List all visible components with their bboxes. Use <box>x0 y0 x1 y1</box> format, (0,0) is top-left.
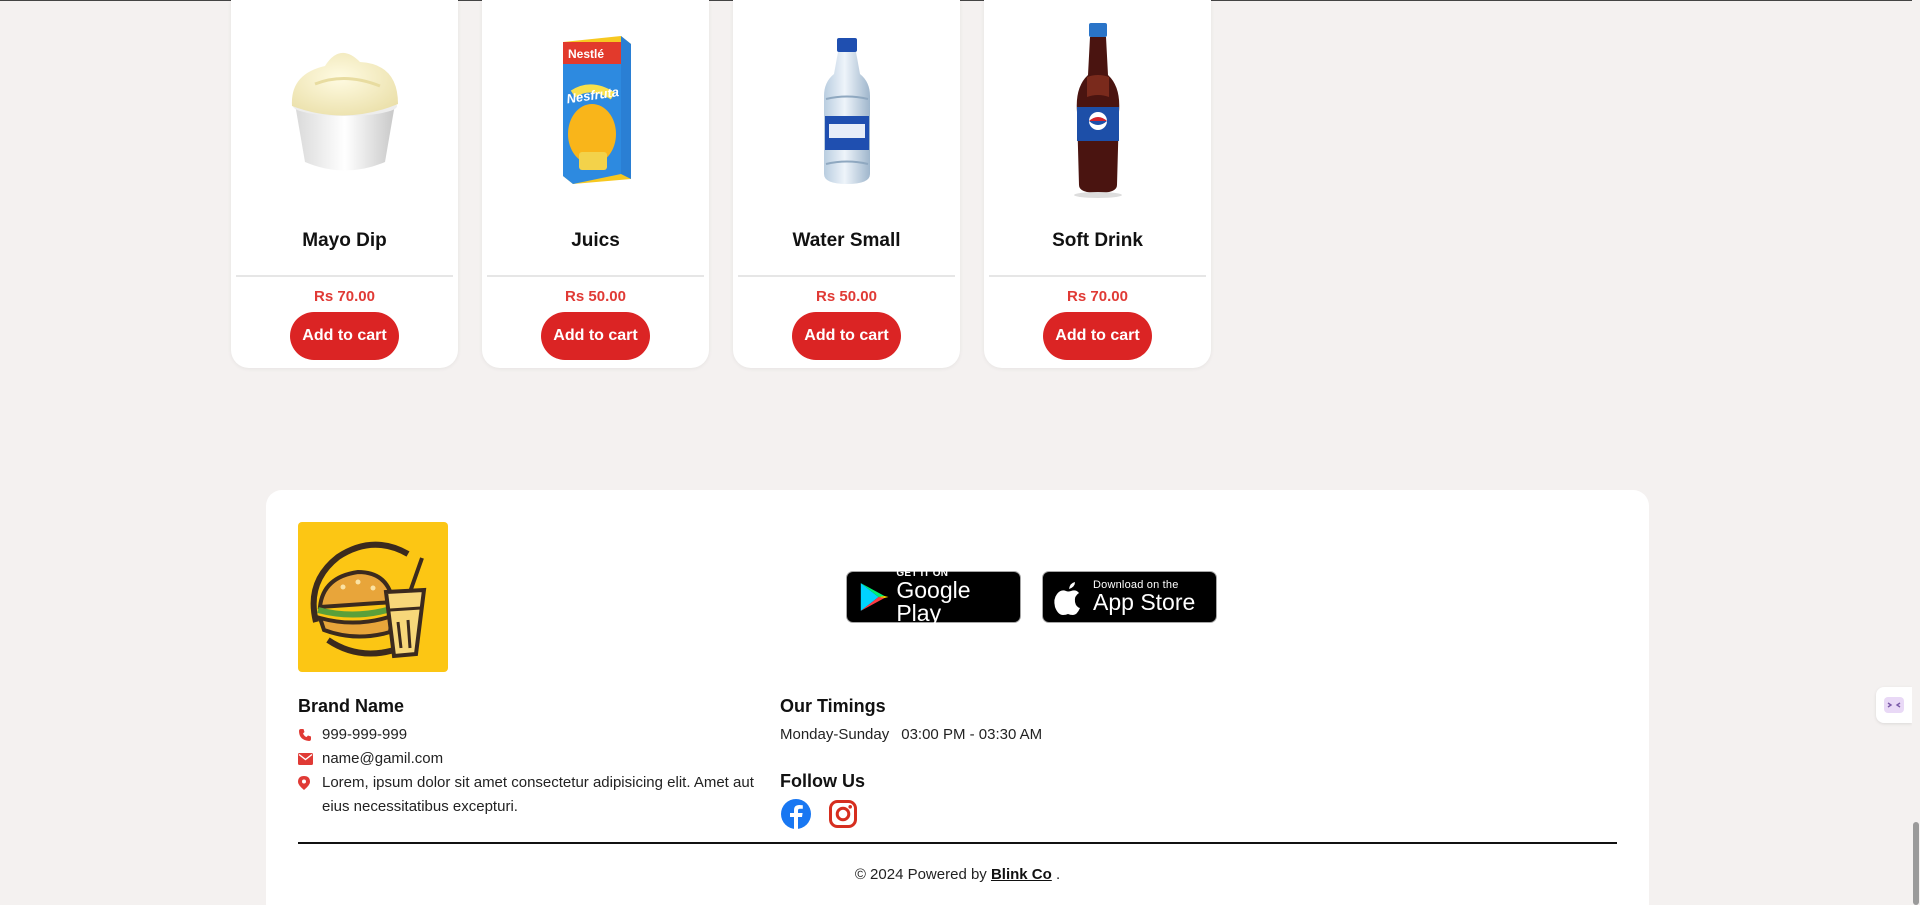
google-play-icon <box>860 583 889 611</box>
product-card-mayo-dip: Mayo Dip Rs 70.00 Add to cart <box>231 0 458 368</box>
apple-icon <box>1054 582 1080 615</box>
copyright: © 2024 Powered by Blink Co . <box>266 866 1649 883</box>
copyright-prefix: © 2024 Powered by <box>854 866 987 883</box>
timings-hours: 03:00 PM - 03:30 AM <box>901 726 1043 743</box>
card-divider <box>738 275 955 277</box>
product-price: Rs 70.00 <box>1067 288 1128 305</box>
copyright-suffix: . <box>1055 866 1061 883</box>
mayo-dip-image <box>231 14 458 204</box>
add-to-cart-button[interactable]: Add to cart <box>541 312 650 360</box>
product-price: Rs 50.00 <box>816 288 877 305</box>
facebook-icon[interactable] <box>780 798 812 830</box>
card-divider <box>989 275 1206 277</box>
product-name: Juics <box>571 230 620 251</box>
add-to-cart-button[interactable]: Add to cart <box>792 312 901 360</box>
google-play-label: Google Play <box>896 577 971 626</box>
nestle-wordmark: Nestlé <box>568 47 604 61</box>
card-divider <box>236 275 453 277</box>
google-play-badge[interactable]: GET IT ON Google Play <box>846 569 1021 626</box>
footer-divider <box>298 842 1617 844</box>
instagram-icon[interactable] <box>827 798 859 830</box>
email-address[interactable]: name@gamil.com <box>322 747 443 771</box>
envelope-icon <box>298 747 322 771</box>
brand-name: Brand Name <box>298 696 405 716</box>
scrollbar-thumb[interactable] <box>1913 822 1919 905</box>
email-row: name@gamil.com <box>298 747 763 771</box>
address-row: Lorem, ipsum dolor sit amet consectetur … <box>298 771 763 819</box>
phone-icon <box>298 723 322 747</box>
location-pin-icon <box>298 771 322 795</box>
timings-days: Monday-Sunday <box>780 726 890 743</box>
chat-widget-icon[interactable] <box>1876 687 1912 723</box>
blink-co-link[interactable]: Blink Co <box>991 866 1052 883</box>
phone-row: 999-999-999 <box>298 723 763 747</box>
card-divider <box>487 275 704 277</box>
product-card-soft-drink: Soft Drink Rs 70.00 Add to cart <box>984 0 1211 368</box>
address-text: Lorem, ipsum dolor sit amet consectetur … <box>322 774 754 815</box>
product-name: Mayo Dip <box>302 230 387 251</box>
app-store-label: App Store <box>1093 589 1196 615</box>
brand-logo[interactable] <box>298 522 448 672</box>
soft-drink-image <box>984 14 1211 204</box>
page-scrollbar[interactable] <box>1912 0 1920 905</box>
add-to-cart-button[interactable]: Add to cart <box>1043 312 1152 360</box>
timings-column: Our Timings Monday-Sunday 03:00 PM - 03:3… <box>780 696 1042 830</box>
app-store-badge[interactable]: Download on the App Store <box>1042 571 1217 623</box>
product-price: Rs 70.00 <box>314 288 375 305</box>
juice-box-image: Nestlé Nesfruta <box>482 14 709 204</box>
social-links <box>780 798 1042 830</box>
product-card-water-small: Water Small Rs 50.00 Add to cart <box>733 0 960 368</box>
product-name: Water Small <box>792 230 901 251</box>
product-price: Rs 50.00 <box>565 288 626 305</box>
add-to-cart-button[interactable]: Add to cart <box>290 312 399 360</box>
timings-row: Monday-Sunday 03:00 PM - 03:30 AM <box>780 723 1042 747</box>
product-grid: Mayo Dip Rs 70.00 Add to cart Nestlé Nes… <box>231 0 1211 368</box>
site-footer: GET IT ON Google Play Download on the Ap… <box>266 490 1649 905</box>
phone-number[interactable]: 999-999-999 <box>322 723 407 747</box>
product-name: Soft Drink <box>1052 230 1143 251</box>
product-card-juics: Nestlé Nesfruta Juics Rs 50.00 Add to ca… <box>482 0 709 368</box>
brand-contact-column: Brand Name 999-999-999 name@gamil.com Lo… <box>298 696 763 819</box>
water-bottle-image <box>733 14 960 204</box>
timings-heading: Our Timings <box>780 696 886 716</box>
follow-heading: Follow Us <box>780 771 865 791</box>
